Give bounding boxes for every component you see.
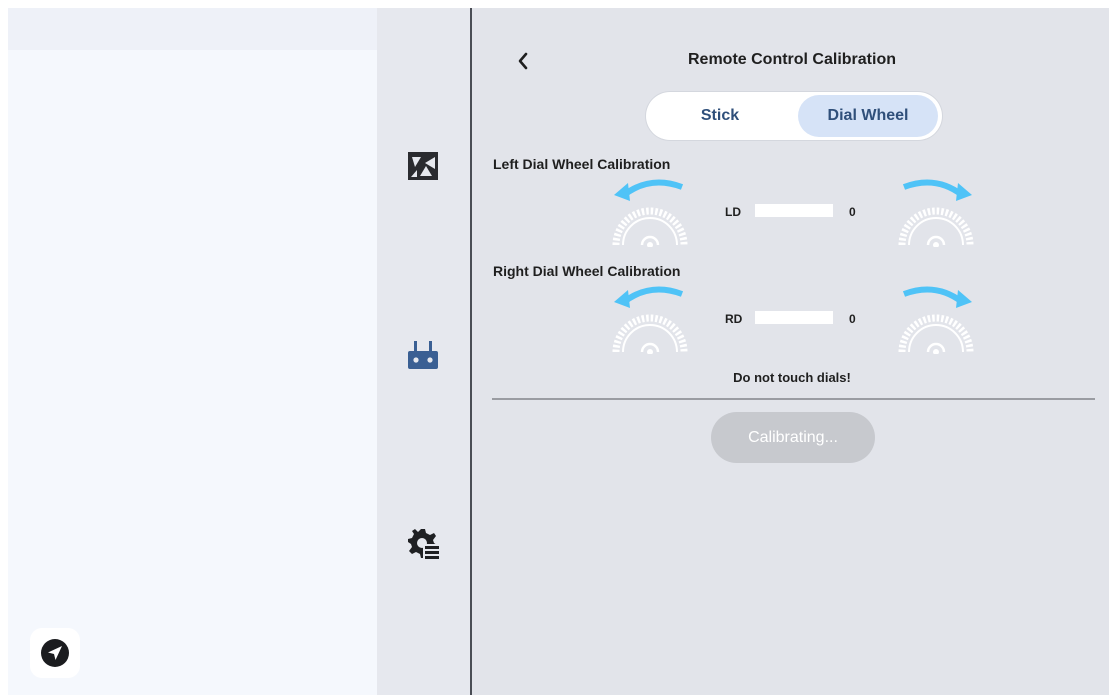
left-dial-counterclockwise-illustration	[612, 179, 688, 247]
chevron-left-icon	[518, 52, 528, 70]
back-button[interactable]	[510, 48, 536, 74]
rd-progress-bar	[755, 311, 833, 324]
settings-list-icon[interactable]	[405, 526, 441, 562]
remote-controller-icon[interactable]	[405, 338, 441, 374]
ld-label: LD	[725, 205, 741, 219]
side-rail	[377, 8, 470, 695]
gimbal-camera-icon[interactable]	[405, 148, 441, 184]
calibration-panel: Remote Control Calibration Stick Dial Wh…	[472, 8, 1109, 695]
tab-stick[interactable]: Stick	[650, 95, 790, 137]
right-dial-clockwise-illustration	[898, 286, 974, 354]
rotate-counterclockwise-arrow-icon	[614, 286, 684, 308]
ld-progress-bar	[755, 204, 833, 217]
page-title: Remote Control Calibration	[687, 51, 896, 68]
rd-value: 0	[849, 312, 856, 326]
mode-toggle: Stick Dial Wheel	[646, 92, 942, 140]
left-pane	[8, 8, 377, 695]
calibrating-button[interactable]: Calibrating...	[711, 412, 875, 463]
left-dial-title: Left Dial Wheel Calibration	[493, 156, 671, 172]
dial-wheel-icon	[898, 207, 974, 247]
rotate-counterclockwise-arrow-icon	[614, 179, 684, 201]
divider	[492, 398, 1095, 400]
send-button[interactable]	[30, 628, 80, 678]
ld-value: 0	[849, 205, 856, 219]
send-icon	[41, 639, 69, 667]
rotate-clockwise-arrow-icon	[902, 286, 972, 308]
right-dial-title: Right Dial Wheel Calibration	[493, 263, 681, 279]
rotate-clockwise-arrow-icon	[902, 179, 972, 201]
tab-dial-wheel[interactable]: Dial Wheel	[798, 95, 938, 137]
left-pane-header	[8, 8, 377, 50]
left-dial-clockwise-illustration	[898, 179, 974, 247]
dial-wheel-icon	[612, 207, 688, 247]
right-dial-counterclockwise-illustration	[612, 286, 688, 354]
dial-wheel-icon	[898, 314, 974, 354]
dial-wheel-icon	[612, 314, 688, 354]
warning-text: Do not touch dials!	[733, 370, 851, 385]
rd-label: RD	[725, 312, 743, 326]
